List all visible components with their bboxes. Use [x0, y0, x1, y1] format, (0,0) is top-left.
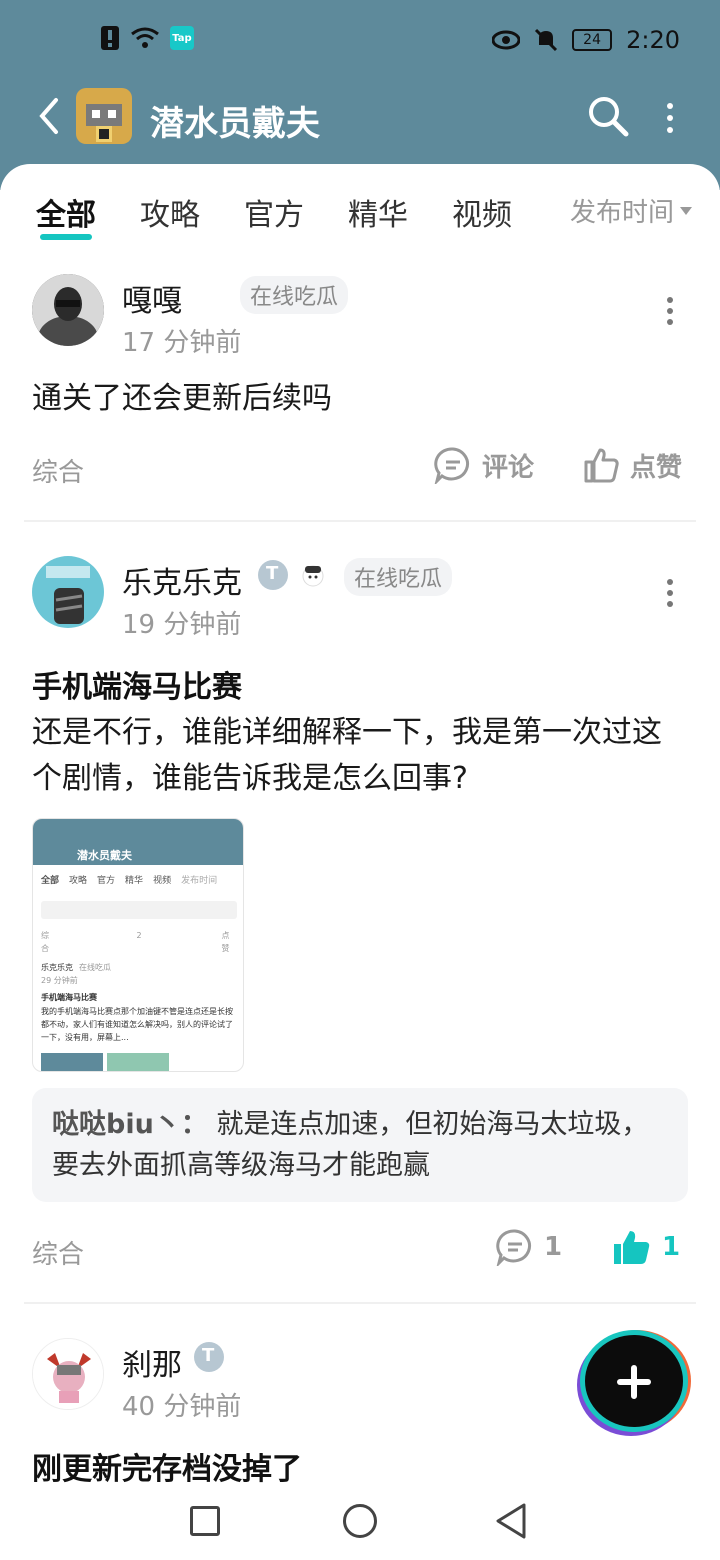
thumb-author: 乐克乐克: [41, 963, 73, 972]
post-divider: [24, 1302, 696, 1304]
post-author[interactable]: 嘎嘎: [122, 276, 182, 320]
recent-apps-icon[interactable]: [190, 1506, 220, 1536]
filter-tabs: 全部 攻略 官方 精华 视频: [36, 190, 556, 240]
clock: 2:20: [626, 26, 680, 54]
comment-label: 评论: [482, 452, 535, 483]
thumb-category: 综合: [41, 931, 49, 953]
avatar[interactable]: [32, 274, 104, 346]
tap-app-icon: Tap: [170, 26, 194, 50]
user-avatar-image: [32, 274, 104, 346]
user-avatar-image: [33, 1339, 103, 1409]
chevron-down-icon: [680, 206, 692, 215]
post-divider: [24, 520, 696, 522]
thumb-actions: 综合 2 点赞: [41, 929, 237, 955]
post-category[interactable]: 综合: [32, 1234, 84, 1271]
thumb-tabs: 全部 攻略 官方 精华 视频 发布时间: [41, 873, 217, 886]
like-button[interactable]: 1: [612, 1228, 680, 1266]
post-time: 17 分钟前: [122, 328, 242, 358]
page-title: 潜水员戴夫: [150, 104, 320, 144]
comment-user[interactable]: 哒哒biu丶：: [52, 1109, 208, 1140]
top-app-bar: Tap 24 2:20 潜水员戴夫: [0, 0, 720, 190]
status-bar: Tap 24 2:20: [0, 20, 720, 64]
user-tag: 在线吃瓜: [344, 558, 453, 596]
mute-bell-icon: [535, 28, 558, 52]
avatar[interactable]: [32, 556, 104, 628]
top-comment[interactable]: 哒哒biu丶： 就是连点加速，但初始海马太垃圾，要去外面抓高等级海马才能跑赢: [32, 1088, 688, 1202]
search-icon[interactable]: [586, 94, 630, 138]
thumb-post-text: 我的手机端海马比赛点那个加油键不管是连点还是长按都不动，家人们有谁知道怎么解决吗…: [41, 1007, 233, 1042]
post-time: 19 分钟前: [122, 610, 242, 640]
post-author[interactable]: 乐克乐克: [122, 558, 242, 602]
verified-badge-icon: [194, 1342, 224, 1372]
verified-badge-icon: [258, 560, 288, 590]
post-time: 40 分钟前: [122, 1392, 242, 1422]
more-options-icon[interactable]: [660, 98, 680, 138]
home-icon[interactable]: [343, 1504, 377, 1538]
post-title[interactable]: 手机端海马比赛: [32, 662, 242, 706]
wifi-icon: [131, 27, 159, 48]
comment-icon: [434, 447, 469, 484]
comment-icon: [496, 1229, 531, 1266]
thumb-tab: 官方: [97, 876, 116, 886]
tab-videos[interactable]: 视频: [452, 190, 512, 234]
comment-count: 1: [544, 1232, 563, 1262]
post-body[interactable]: 通关了还会更新后续吗: [32, 376, 682, 422]
post-body[interactable]: 还是不行，谁能详细解释一下，我是第一次过这个剧情，谁能告诉我是怎么回事?: [32, 710, 682, 802]
back-triangle-icon[interactable]: [494, 1502, 528, 1540]
back-arrow-icon[interactable]: [34, 96, 64, 136]
sort-label: 发布时间: [569, 198, 674, 228]
post-more-icon[interactable]: [662, 578, 678, 608]
post-category[interactable]: 综合: [32, 452, 84, 489]
like-button[interactable]: 点赞: [582, 446, 682, 484]
thumb-tag: 在线吃瓜: [79, 963, 111, 972]
game-logo: [76, 88, 132, 144]
emoji-badge-icon: [302, 565, 324, 587]
thumbs-up-filled-icon: [614, 1231, 650, 1264]
post-image-thumbnail[interactable]: 潜水员戴夫 全部 攻略 官方 精华 视频 发布时间 综合 2 点赞 乐克乐克 在…: [32, 818, 244, 1072]
thumb-comment-count: 2: [136, 931, 142, 940]
thumb-time: 29 分钟前: [41, 976, 78, 985]
avatar[interactable]: [32, 1338, 104, 1410]
thumb-tab: 精华: [125, 876, 144, 886]
post-title[interactable]: 刚更新完存档没掉了: [32, 1444, 302, 1488]
thumb-image-1: [41, 1053, 103, 1071]
user-avatar-image: [32, 556, 104, 628]
tab-official[interactable]: 官方: [244, 190, 304, 234]
thumb-tab: 视频: [153, 876, 172, 886]
thumb-block: [41, 901, 237, 919]
tab-all[interactable]: 全部: [36, 190, 96, 240]
battery-indicator: 24: [572, 29, 613, 51]
tab-guides[interactable]: 攻略: [140, 190, 200, 234]
comment-button[interactable]: 评论: [434, 446, 534, 484]
sort-dropdown[interactable]: 发布时间: [570, 192, 692, 229]
thumbs-up-icon: [584, 448, 619, 483]
comment-button[interactable]: 1: [496, 1228, 562, 1266]
system-nav-bar: [0, 1486, 720, 1560]
post-more-icon[interactable]: [662, 296, 678, 326]
user-tag: 在线吃瓜: [240, 276, 349, 314]
thumb-like: 点赞: [221, 931, 230, 953]
create-post-button[interactable]: [580, 1330, 688, 1432]
alert-icon: [101, 26, 119, 50]
like-count: 1: [662, 1232, 681, 1262]
thumb-tab: 发布时间: [181, 876, 218, 886]
eye-icon: [492, 30, 521, 50]
tab-featured[interactable]: 精华: [348, 190, 408, 234]
thumb-post-title: 手机端海马比赛: [41, 993, 97, 1002]
thumb-image-2: [107, 1053, 169, 1071]
thumb-title: 潜水员戴夫: [77, 849, 132, 862]
plus-icon-stroke: [631, 1365, 637, 1399]
thumb-author-row: 乐克乐克 在线吃瓜: [41, 961, 237, 974]
thumb-tab: 攻略: [69, 876, 88, 886]
like-label: 点赞: [630, 452, 683, 483]
post-author[interactable]: 刹那: [122, 1340, 182, 1384]
thumb-tab: 全部: [41, 876, 60, 886]
